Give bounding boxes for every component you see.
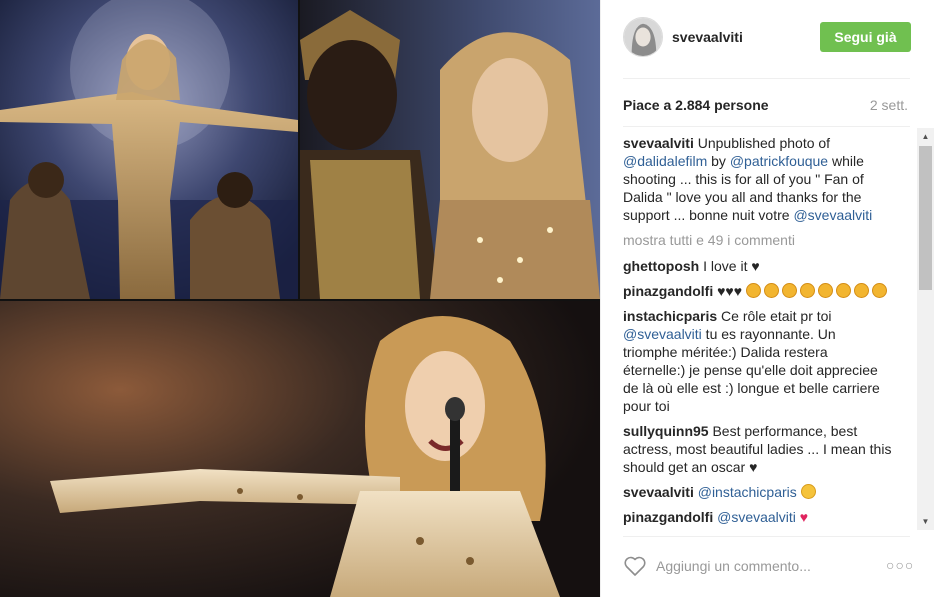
add-comment-bar: ○○○: [601, 545, 936, 585]
comments-list: svevaalviti Unpublished photo of @dalida…: [623, 134, 893, 532]
clapping-hands-icon: [745, 283, 890, 299]
comment-item: sullyquinn95 Best performance, best actr…: [623, 423, 892, 475]
post-header: svevaalviti Segui già: [601, 0, 936, 78]
comment-item: pinazgandolfi @svevaalviti ♥: [623, 508, 893, 526]
comment-username[interactable]: sullyquinn95: [623, 423, 709, 439]
scroll-up-arrow-icon[interactable]: ▲: [917, 128, 934, 145]
comment-item: instachicparis Ce rôle etait pr toi @sve…: [623, 308, 880, 414]
comment-input[interactable]: [656, 553, 876, 579]
heart-outline-icon[interactable]: [623, 555, 647, 577]
comment-item: ghettoposh I love it ♥: [623, 258, 760, 274]
divider: [623, 536, 910, 537]
comment-item: pinazgandolfi ♥♥♥: [623, 282, 893, 300]
comment-item: svevaalviti @instachicparis: [623, 483, 893, 501]
post-details-panel: svevaalviti Segui già Piace a 2.884 pers…: [600, 0, 936, 597]
divider: [623, 126, 910, 127]
post-timestamp[interactable]: 2 sett.: [870, 97, 908, 113]
mention-link[interactable]: @svevaalviti: [793, 207, 872, 223]
comment-username[interactable]: pinazgandolfi: [623, 283, 713, 299]
follow-button[interactable]: Segui già: [820, 22, 911, 52]
comment-username[interactable]: pinazgandolfi: [623, 509, 713, 525]
comment-username[interactable]: svevaalviti: [623, 484, 694, 500]
photo-stage-wide: [0, 0, 298, 299]
scroll-down-arrow-icon[interactable]: ▼: [917, 513, 934, 530]
mention-link[interactable]: @svevaalviti: [623, 326, 702, 342]
show-all-comments-link[interactable]: mostra tutti e 49 i commenti: [623, 231, 893, 249]
mention-link[interactable]: @svevaalviti: [717, 509, 796, 525]
mention-link[interactable]: @instachicparis: [698, 484, 797, 500]
likes-count[interactable]: Piace a 2.884 persone: [623, 97, 769, 113]
caption: svevaalviti Unpublished photo of @dalida…: [623, 135, 873, 223]
divider: [623, 78, 910, 79]
username-link[interactable]: svevaalviti: [672, 29, 743, 45]
photo-closeup: [300, 0, 600, 299]
comments-scrollbar[interactable]: ▲ ▼: [917, 128, 934, 530]
scrollbar-thumb[interactable]: [919, 146, 932, 290]
mention-link[interactable]: @dalidalefilm: [623, 153, 707, 169]
more-options-icon[interactable]: ○○○: [886, 557, 914, 573]
caption-username[interactable]: svevaalviti: [623, 135, 694, 151]
mention-link[interactable]: @patrickfouque: [730, 153, 828, 169]
post-photo[interactable]: [0, 0, 600, 597]
avatar[interactable]: [623, 17, 663, 57]
comment-username[interactable]: ghettoposh: [623, 258, 699, 274]
smile-emoji-icon: [800, 484, 816, 499]
comment-username[interactable]: instachicparis: [623, 308, 717, 324]
heart-emoji-icon: ♥: [799, 509, 809, 525]
photo-singing: [0, 301, 600, 597]
